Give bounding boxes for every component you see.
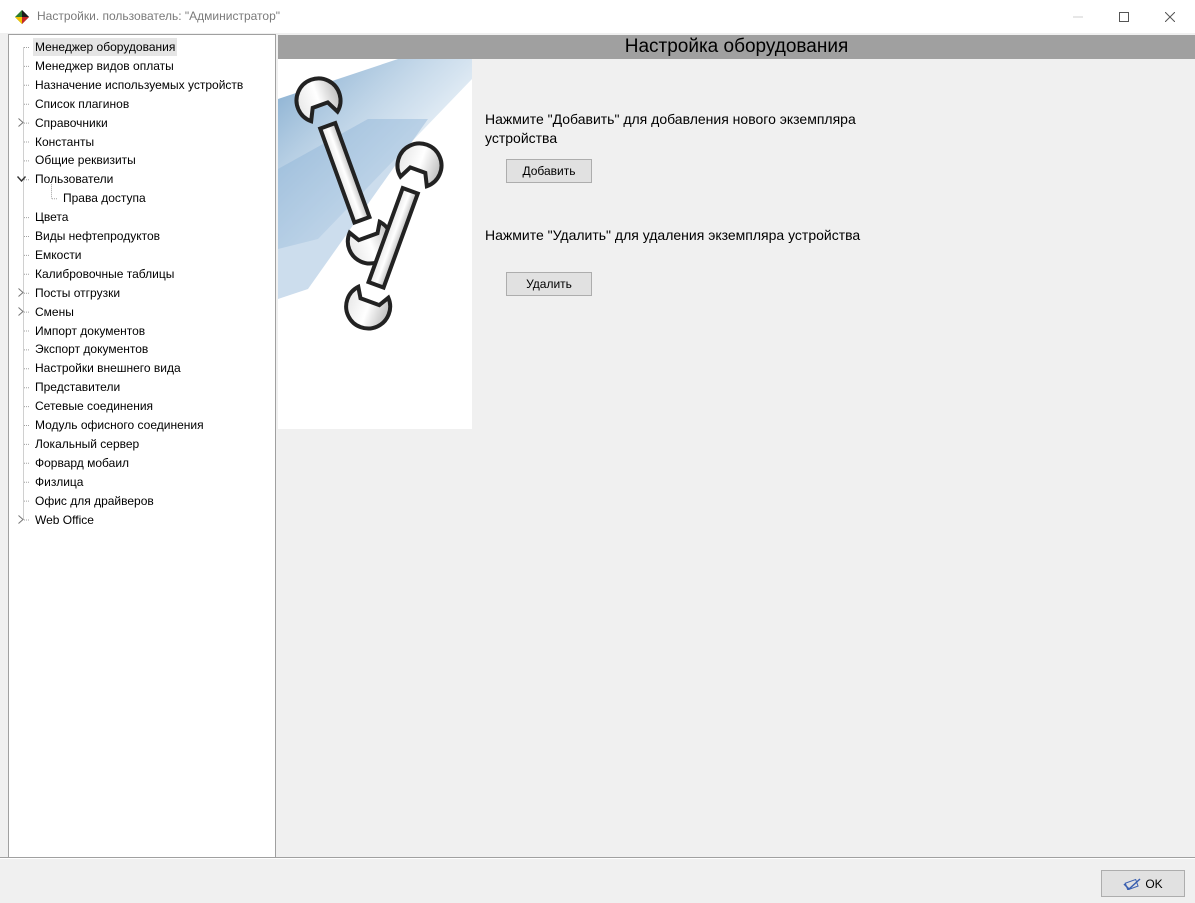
ok-button[interactable]: OK bbox=[1101, 870, 1185, 897]
tree-item-label: Web Office bbox=[35, 512, 94, 527]
maximize-icon bbox=[1119, 11, 1129, 22]
minimize-icon bbox=[1073, 16, 1083, 17]
tree-item[interactable]: Физлица bbox=[9, 473, 275, 491]
tree-item[interactable]: Емкости bbox=[9, 246, 275, 264]
tree-item-label: Посты отгрузки bbox=[35, 285, 121, 300]
tree-item-label: Сетевые соединения bbox=[35, 399, 154, 414]
close-icon bbox=[1165, 11, 1175, 22]
tree-item[interactable]: Импорт документов bbox=[9, 322, 275, 340]
chevron-right-icon[interactable] bbox=[15, 511, 27, 529]
tree-item-label: Права доступа bbox=[63, 191, 146, 206]
tree-item-label: Импорт документов bbox=[35, 323, 146, 338]
window-title: Настройки. пользователь: "Администратор" bbox=[37, 9, 281, 23]
illustration-panel bbox=[278, 59, 472, 429]
delete-button[interactable]: Удалить bbox=[506, 272, 592, 296]
tree-item-label: Настройки внешнего вида bbox=[35, 361, 181, 376]
tree-item[interactable]: Цвета bbox=[9, 208, 275, 226]
chevron-down-icon[interactable] bbox=[15, 170, 27, 188]
tree-item-label: Справочники bbox=[35, 115, 108, 130]
tree-item-label: Список плагинов bbox=[35, 96, 130, 111]
tree-item-label: Виды нефтепродуктов bbox=[35, 229, 160, 243]
tree-item-label: Пользователи bbox=[35, 172, 114, 187]
maximize-button[interactable] bbox=[1101, 0, 1147, 33]
tree-item-label: Смены bbox=[35, 304, 74, 319]
tree-item[interactable]: Назначение используемых устройств bbox=[9, 76, 275, 94]
tree-item[interactable]: Офис для драйверов bbox=[9, 492, 275, 510]
tree-item[interactable]: Web Office bbox=[9, 511, 275, 529]
close-button[interactable] bbox=[1147, 0, 1193, 33]
tree-item-label: Форвард мобаил bbox=[35, 455, 130, 470]
checkmark-icon bbox=[1123, 877, 1141, 890]
minimize-button[interactable] bbox=[1055, 0, 1101, 33]
tree-item-label: Константы bbox=[35, 134, 95, 149]
wrenches-icon bbox=[278, 59, 472, 331]
diamond-app-icon bbox=[15, 10, 29, 24]
tree-item[interactable]: Константы bbox=[9, 133, 275, 151]
tree-item[interactable]: Менеджер видов оплаты bbox=[9, 57, 275, 75]
tree-item-label: Модуль офисного соединения bbox=[35, 418, 204, 432]
tree-item[interactable]: Общие реквизиты bbox=[9, 151, 275, 169]
tree-item[interactable]: Посты отгрузки bbox=[9, 284, 275, 302]
tree-item-label: Цвета bbox=[35, 210, 69, 225]
tree-item[interactable]: Сетевые соединения bbox=[9, 397, 275, 415]
tree-item[interactable]: Права доступа bbox=[9, 189, 275, 207]
tree-item[interactable]: Экспорт документов bbox=[9, 340, 275, 358]
tree-item-label: Представители bbox=[35, 380, 121, 395]
tree-item[interactable]: Локальный сервер bbox=[9, 435, 275, 453]
settings-tree[interactable]: Менеджер оборудования Менеджер видов опла… bbox=[8, 34, 276, 858]
page-title: Настройка оборудования bbox=[278, 35, 1195, 59]
tree-item[interactable]: Справочники bbox=[9, 114, 275, 132]
ok-label: OK bbox=[1145, 876, 1163, 891]
tree-item-label: Менеджер оборудования bbox=[33, 38, 178, 56]
tree-item[interactable]: Пользователи bbox=[9, 170, 275, 188]
tree-item-label: Офис для драйверов bbox=[35, 493, 154, 508]
tree-item[interactable]: Виды нефтепродуктов bbox=[9, 227, 275, 245]
tree-item-label: Общие реквизиты bbox=[35, 153, 136, 168]
tree-item[interactable]: Список плагинов bbox=[9, 95, 275, 113]
chevron-right-icon[interactable] bbox=[15, 114, 27, 132]
tree-item-label: Экспорт документов bbox=[35, 342, 149, 357]
tree-item[interactable]: Настройки внешнего вида bbox=[9, 359, 275, 377]
tree-item-label: Менеджер видов оплаты bbox=[35, 58, 174, 73]
tree-item-label: Физлица bbox=[35, 474, 84, 489]
title-bar: Настройки. пользователь: "Администратор" bbox=[0, 0, 1195, 33]
bottom-separator bbox=[0, 857, 1195, 859]
tree-item-label: Назначение используемых устройств bbox=[35, 77, 244, 92]
tree-item[interactable]: Калибровочные таблицы bbox=[9, 265, 275, 283]
tree-item[interactable]: Форвард мобаил bbox=[9, 454, 275, 472]
delete-hint-text: Нажмите "Удалить" для удаления экземпляр… bbox=[485, 227, 861, 243]
tree-item[interactable]: Представители bbox=[9, 378, 275, 396]
tree-item[interactable]: Модуль офисного соединения bbox=[9, 416, 275, 434]
chevron-right-icon[interactable] bbox=[15, 303, 27, 321]
tree-item-label: Калибровочные таблицы bbox=[35, 266, 175, 281]
tree-item[interactable]: Менеджер оборудования bbox=[9, 38, 275, 56]
tree-item-label: Емкости bbox=[35, 247, 82, 262]
tree-item-label: Локальный сервер bbox=[35, 436, 140, 451]
tree-item[interactable]: Смены bbox=[9, 303, 275, 321]
add-button[interactable]: Добавить bbox=[506, 159, 592, 183]
chevron-right-icon[interactable] bbox=[15, 284, 27, 302]
add-hint-text: Нажмите "Добавить" для добавления нового… bbox=[485, 111, 856, 146]
